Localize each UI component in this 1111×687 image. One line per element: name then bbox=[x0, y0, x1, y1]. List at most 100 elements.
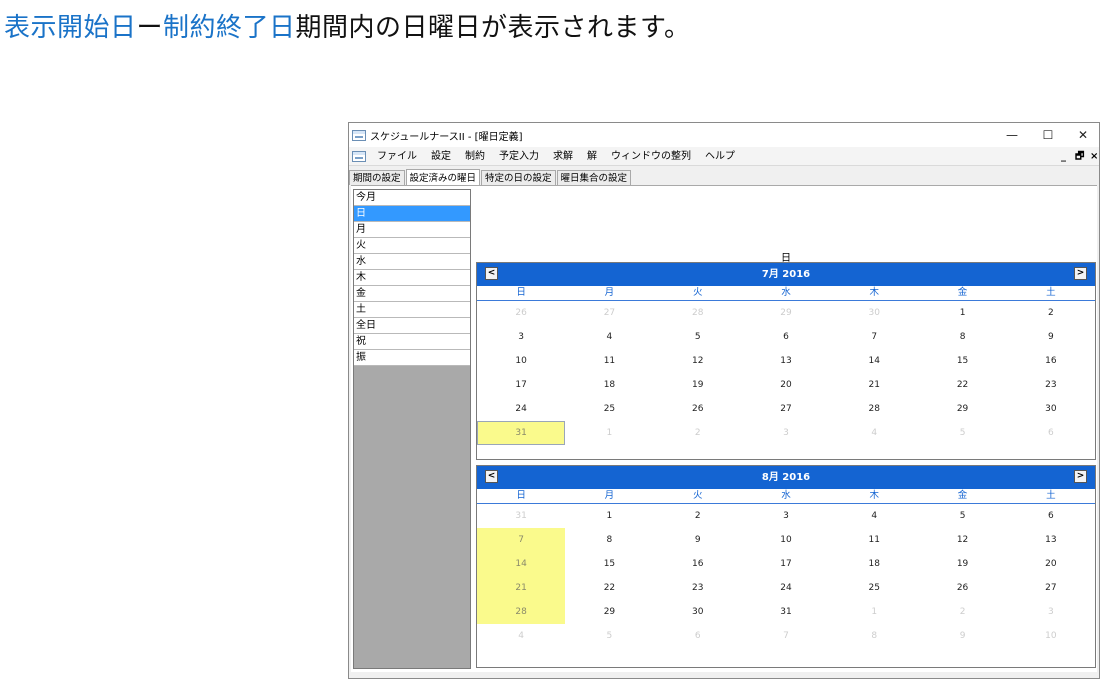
calendar-day[interactable]: 2 bbox=[654, 504, 742, 528]
weekday-list-item[interactable]: 日 bbox=[354, 206, 470, 222]
calendar-day[interactable]: 22 bbox=[565, 576, 653, 600]
menu-solution[interactable]: 解 bbox=[580, 147, 604, 166]
menu-help[interactable]: ヘルプ bbox=[698, 147, 742, 166]
calendar-day[interactable]: 8 bbox=[565, 528, 653, 552]
calendar-day[interactable]: 5 bbox=[654, 325, 742, 349]
calendar-day[interactable]: 8 bbox=[830, 624, 918, 648]
calendar-day[interactable]: 5 bbox=[918, 421, 1006, 445]
calendar-day[interactable]: 7 bbox=[830, 325, 918, 349]
calendar-day[interactable]: 7 bbox=[477, 528, 566, 552]
prev-month-button[interactable]: < bbox=[485, 470, 498, 483]
calendar-day[interactable]: 20 bbox=[1007, 552, 1095, 576]
minimize-button[interactable]: — bbox=[994, 123, 1030, 147]
calendar-day[interactable]: 11 bbox=[830, 528, 918, 552]
calendar-day[interactable]: 8 bbox=[918, 325, 1006, 349]
calendar-day[interactable]: 26 bbox=[477, 301, 565, 325]
menu-window-arrange[interactable]: ウィンドウの整列 bbox=[604, 147, 698, 166]
weekday-list-item[interactable]: 木 bbox=[354, 270, 470, 286]
calendar-day[interactable]: 21 bbox=[830, 373, 918, 397]
calendar-day[interactable]: 15 bbox=[918, 349, 1006, 373]
calendar-day[interactable]: 4 bbox=[830, 504, 918, 528]
calendar-day[interactable]: 9 bbox=[1007, 325, 1095, 349]
calendar-day[interactable]: 3 bbox=[742, 421, 830, 445]
calendar-day[interactable]: 19 bbox=[654, 373, 742, 397]
weekday-list-item[interactable]: 振 bbox=[354, 350, 470, 366]
calendar-day[interactable]: 29 bbox=[742, 301, 830, 325]
calendar-day[interactable]: 4 bbox=[565, 325, 653, 349]
tab-period-settings[interactable]: 期間の設定 bbox=[349, 170, 405, 185]
calendar-day[interactable]: 25 bbox=[830, 576, 918, 600]
calendar-day[interactable]: 2 bbox=[654, 421, 742, 445]
calendar-day[interactable]: 11 bbox=[565, 349, 653, 373]
calendar-day[interactable]: 31 bbox=[477, 421, 566, 445]
calendar-day[interactable]: 10 bbox=[1007, 624, 1095, 648]
calendar-day[interactable]: 24 bbox=[477, 397, 565, 421]
calendar-day[interactable]: 24 bbox=[742, 576, 830, 600]
menu-settings[interactable]: 設定 bbox=[424, 147, 458, 166]
calendar-day[interactable]: 14 bbox=[830, 349, 918, 373]
next-month-button[interactable]: > bbox=[1074, 470, 1087, 483]
calendar-day[interactable]: 17 bbox=[742, 552, 830, 576]
calendar-day[interactable]: 7 bbox=[742, 624, 830, 648]
calendar-day[interactable]: 28 bbox=[830, 397, 918, 421]
maximize-button[interactable]: ☐ bbox=[1030, 123, 1066, 147]
calendar-day[interactable]: 22 bbox=[918, 373, 1006, 397]
calendar-day[interactable]: 12 bbox=[654, 349, 742, 373]
calendar-day[interactable]: 1 bbox=[565, 421, 653, 445]
calendar-day[interactable]: 12 bbox=[918, 528, 1006, 552]
calendar-day[interactable]: 20 bbox=[742, 373, 830, 397]
calendar-day[interactable]: 16 bbox=[654, 552, 742, 576]
calendar-day[interactable]: 27 bbox=[1007, 576, 1095, 600]
calendar-day[interactable]: 28 bbox=[654, 301, 742, 325]
weekday-list-item[interactable]: 全日 bbox=[354, 318, 470, 334]
calendar-day[interactable]: 26 bbox=[918, 576, 1006, 600]
menu-file[interactable]: ファイル bbox=[370, 147, 424, 166]
weekday-list-item[interactable]: 今月 bbox=[354, 190, 470, 206]
calendar-day[interactable]: 30 bbox=[1007, 397, 1095, 421]
calendar-day[interactable]: 9 bbox=[654, 528, 742, 552]
calendar-day[interactable]: 3 bbox=[1007, 600, 1095, 624]
calendar-day[interactable]: 13 bbox=[742, 349, 830, 373]
calendar-day[interactable]: 16 bbox=[1007, 349, 1095, 373]
calendar-day[interactable]: 26 bbox=[654, 397, 742, 421]
next-month-button[interactable]: > bbox=[1074, 267, 1087, 280]
calendar-day[interactable]: 18 bbox=[565, 373, 653, 397]
calendar-day[interactable]: 27 bbox=[565, 301, 653, 325]
menu-constraints[interactable]: 制約 bbox=[458, 147, 492, 166]
calendar-day[interactable]: 30 bbox=[830, 301, 918, 325]
prev-month-button[interactable]: < bbox=[485, 267, 498, 280]
weekday-list-item[interactable]: 土 bbox=[354, 302, 470, 318]
calendar-day[interactable]: 1 bbox=[918, 301, 1006, 325]
calendar-day[interactable]: 14 bbox=[477, 552, 566, 576]
mdi-minimize-button[interactable]: _ bbox=[1061, 147, 1066, 166]
calendar-day[interactable]: 6 bbox=[1007, 504, 1095, 528]
calendar-day[interactable]: 1 bbox=[565, 504, 653, 528]
tab-configured-weekdays[interactable]: 設定済みの曜日 bbox=[405, 169, 481, 186]
weekday-list-item[interactable]: 月 bbox=[354, 222, 470, 238]
calendar-day[interactable]: 15 bbox=[565, 552, 653, 576]
calendar-day[interactable]: 31 bbox=[477, 504, 565, 528]
calendar-day[interactable]: 18 bbox=[830, 552, 918, 576]
calendar-day[interactable]: 2 bbox=[918, 600, 1006, 624]
calendar-day[interactable]: 5 bbox=[565, 624, 653, 648]
calendar-day[interactable]: 25 bbox=[565, 397, 653, 421]
menu-schedule-input[interactable]: 予定入力 bbox=[492, 147, 546, 166]
weekday-list[interactable]: 今月日月火水木金土全日祝振 bbox=[353, 189, 471, 669]
tab-weekday-set-settings[interactable]: 曜日集合の設定 bbox=[556, 170, 632, 185]
calendar-day[interactable]: 17 bbox=[477, 373, 565, 397]
calendar-day[interactable]: 13 bbox=[1007, 528, 1095, 552]
calendar-day[interactable]: 4 bbox=[477, 624, 565, 648]
calendar-day[interactable]: 27 bbox=[742, 397, 830, 421]
calendar-day[interactable]: 30 bbox=[654, 600, 742, 624]
weekday-list-item[interactable]: 水 bbox=[354, 254, 470, 270]
calendar-day[interactable]: 3 bbox=[742, 504, 830, 528]
calendar-day[interactable]: 4 bbox=[830, 421, 918, 445]
document-icon[interactable] bbox=[352, 150, 366, 162]
weekday-list-item[interactable]: 金 bbox=[354, 286, 470, 302]
weekday-list-item[interactable]: 火 bbox=[354, 238, 470, 254]
menu-solve[interactable]: 求解 bbox=[546, 147, 580, 166]
calendar-day[interactable]: 9 bbox=[918, 624, 1006, 648]
tab-specific-day-settings[interactable]: 特定の日の設定 bbox=[481, 170, 556, 185]
close-button[interactable]: ✕ bbox=[1065, 123, 1101, 147]
mdi-restore-button[interactable]: 🗗 bbox=[1075, 147, 1084, 166]
